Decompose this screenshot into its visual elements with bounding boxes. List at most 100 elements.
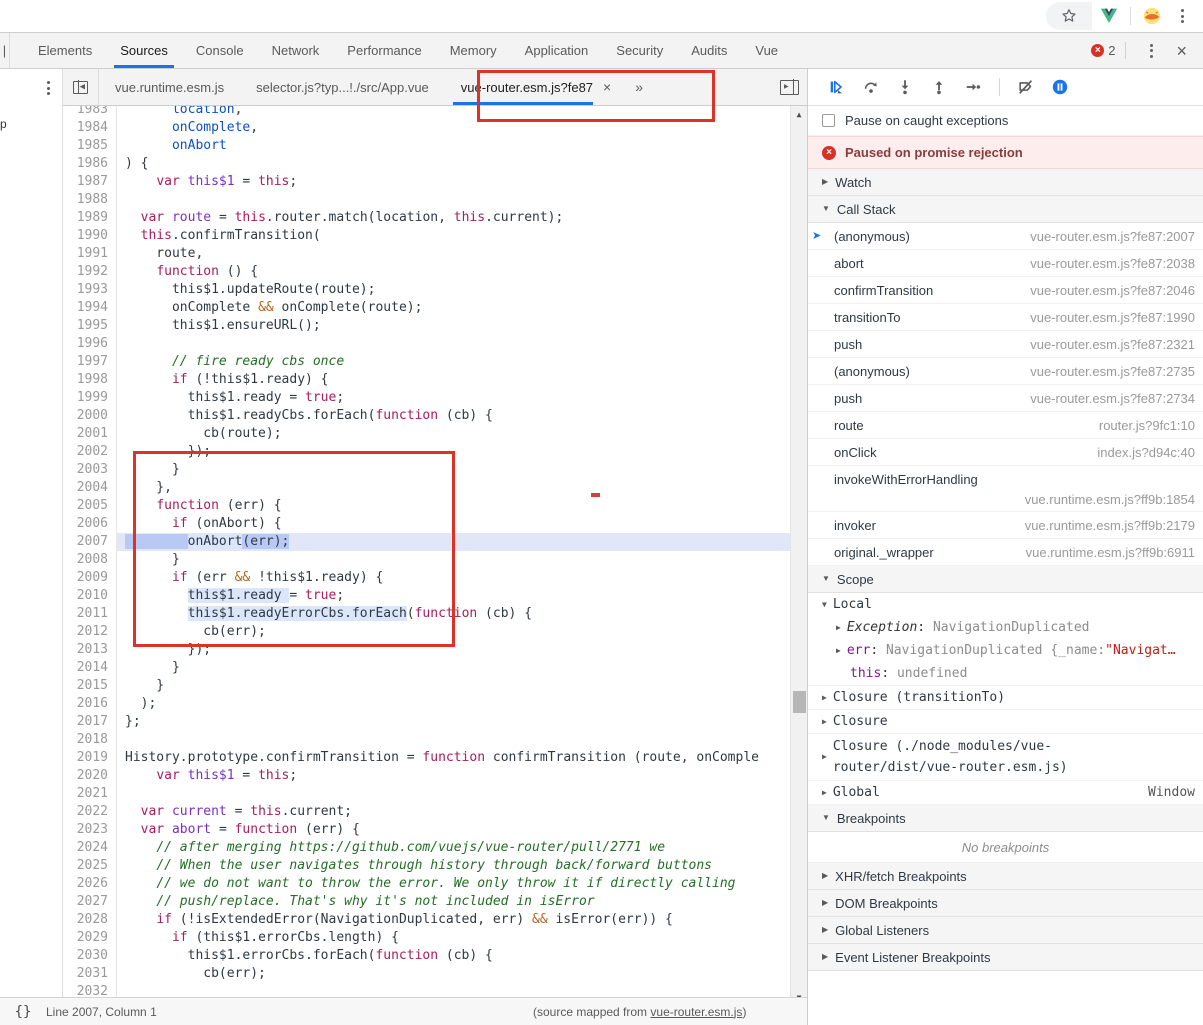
line-number[interactable]: 2011 [63,605,117,623]
code-line[interactable]: 2013 }); [63,641,790,659]
toggle-navigator-icon[interactable] [63,69,99,105]
code-line[interactable]: 2017}; [63,713,790,731]
code-line[interactable]: 2012 cb(err); [63,623,790,641]
scope-err-row[interactable]: ▶ err: NavigationDuplicated {_name: "Nav… [808,639,1203,662]
code-line[interactable]: 2002 }); [63,443,790,461]
code-text[interactable]: this$1.updateRoute(route); [117,281,376,299]
line-number[interactable]: 2001 [63,425,117,443]
code-line[interactable]: 1997 // fire ready cbs once [63,353,790,371]
code-line[interactable]: 2005 function (err) { [63,497,790,515]
call-stack-row[interactable]: (anonymous) vue-router.esm.js?fe87:2735 [808,358,1203,385]
line-number[interactable]: 2023 [63,821,117,839]
code-text[interactable] [117,785,125,803]
code-text[interactable] [117,335,125,353]
code-line[interactable]: 2008 } [63,551,790,569]
code-text[interactable]: // fire ready cbs once [117,353,344,371]
call-stack-location[interactable]: vue-router.esm.js?fe87:2735 [1030,364,1195,379]
line-number[interactable]: 2003 [63,461,117,479]
scope-closure-module[interactable]: ▶ Closure (./node_modules/vue-router/dis… [808,734,1203,781]
line-number[interactable]: 2000 [63,407,117,425]
line-number[interactable]: 1993 [63,281,117,299]
code-text[interactable]: if (this$1.errorCbs.length) { [117,929,399,947]
code-line[interactable]: 1990 this.confirmTransition( [63,227,790,245]
scrollbar-thumb[interactable] [793,691,806,713]
code-text[interactable]: this$1.ensureURL(); [117,317,321,335]
code-text[interactable]: }); [117,443,211,461]
code-text[interactable]: location, [117,106,242,119]
code-line[interactable]: 2022 var current = this.current; [63,803,790,821]
call-stack-location[interactable]: index.js?d94c:40 [1097,445,1195,460]
code-text[interactable]: function () { [117,263,258,281]
code-text[interactable]: var current = this.current; [117,803,352,821]
editor-vertical-scrollbar[interactable]: ▲ ▼ [790,106,807,1006]
call-stack-location[interactable]: vue-router.esm.js?fe87:1990 [1030,310,1195,325]
code-line[interactable]: 2029 if (this$1.errorCbs.length) { [63,929,790,947]
line-number[interactable]: 2026 [63,875,117,893]
file-tab-close-icon[interactable]: × [603,79,611,95]
code-line[interactable]: 2006 if (onAbort) { [63,515,790,533]
code-line[interactable]: 2015 } [63,677,790,695]
code-text[interactable]: this$1.ready = true; [117,389,345,407]
code-text[interactable]: // after merging https://github.com/vuej… [117,839,665,857]
scope-this-row[interactable]: this: undefined [808,662,1203,686]
line-number[interactable]: 1992 [63,263,117,281]
call-stack-row[interactable]: onClick index.js?d94c:40 [808,439,1203,466]
call-stack-row[interactable]: transitionTo vue-router.esm.js?fe87:1990 [808,304,1203,331]
code-line[interactable]: 2028 if (!isExtendedError(NavigationDupl… [63,911,790,929]
tab-security[interactable]: Security [602,33,677,68]
scope-exception-row[interactable]: ▶ Exception: NavigationDuplicated [808,616,1203,639]
code-line[interactable]: 2026 // we do not want to throw the erro… [63,875,790,893]
call-stack-location[interactable]: vue.runtime.esm.js?ff9b:2179 [1025,518,1195,533]
code-text[interactable]: onAbort(err); [117,533,290,551]
line-number[interactable]: 1995 [63,317,117,335]
call-stack-row[interactable]: route router.js?9fc1:10 [808,412,1203,439]
code-line[interactable]: 1998 if (!this$1.ready) { [63,371,790,389]
section-dom-breakpoints[interactable]: ▶ DOM Breakpoints [808,890,1203,917]
code-line[interactable]: 2031 cb(err); [63,965,790,983]
line-number[interactable]: 2005 [63,497,117,515]
code-text[interactable]: if (err && !this$1.ready) { [117,569,383,587]
call-stack-row[interactable]: original._wrapper vue.runtime.esm.js?ff9b… [808,539,1203,566]
error-count-badge[interactable]: × 2 [1091,43,1115,58]
line-number[interactable]: 1997 [63,353,117,371]
code-text[interactable]: var abort = function (err) { [117,821,360,839]
code-editor[interactable]: 1983 location, 1984 onComplete, 1985 onAbo… [63,106,807,1025]
code-text[interactable]: }, [117,479,172,497]
code-text[interactable]: if (!this$1.ready) { [117,371,329,389]
line-number[interactable]: 1994 [63,299,117,317]
line-number[interactable]: 2031 [63,965,117,983]
section-breakpoints[interactable]: ▼ Breakpoints [808,805,1203,832]
extension-icon[interactable] [1137,2,1167,30]
call-stack-location[interactable]: vue-router.esm.js?fe87:2007 [1030,229,1195,244]
code-text[interactable]: cb(route); [117,425,281,443]
code-text[interactable]: if (!isExtendedError(NavigationDuplicate… [117,911,673,929]
pause-on-caught-checkbox[interactable] [822,114,835,127]
code-line[interactable]: 1986) { [63,155,790,173]
code-text[interactable]: ) { [117,155,148,173]
line-number[interactable]: 2014 [63,659,117,677]
file-tab-vue-router[interactable]: vue-router.esm.js?fe87 × [444,69,628,105]
devtools-more-icon[interactable] [1136,37,1166,65]
line-number[interactable]: 2017 [63,713,117,731]
code-line[interactable]: 1999 this$1.ready = true; [63,389,790,407]
tab-vue[interactable]: Vue [741,33,792,68]
scope-global[interactable]: ▶ Global Window [808,781,1203,805]
code-text[interactable]: this$1.readyCbs.forEach(function (cb) { [117,407,493,425]
scope-closure-transitionto[interactable]: ▶ Closure (transitionTo) [808,686,1203,710]
line-number[interactable]: 2018 [63,731,117,749]
section-xhr-breakpoints[interactable]: ▶ XHR/fetch Breakpoints [808,863,1203,890]
line-number[interactable]: 2013 [63,641,117,659]
section-global-listeners[interactable]: ▶ Global Listeners [808,917,1203,944]
call-stack-location[interactable]: router.js?9fc1:10 [1099,418,1195,433]
code-text[interactable]: var this$1 = this; [117,767,297,785]
code-text[interactable]: function (err) { [117,497,281,515]
call-stack-row[interactable]: push vue-router.esm.js?fe87:2321 [808,331,1203,358]
line-number[interactable]: 1990 [63,227,117,245]
code-line[interactable]: 1985 onAbort [63,137,790,155]
code-line[interactable]: 2021 [63,785,790,803]
code-line[interactable]: 2011 this$1.readyErrorCbs.forEach(functi… [63,605,790,623]
code-text[interactable]: cb(err); [117,965,266,983]
call-stack-row[interactable]: ➤ (anonymous) vue-router.esm.js?fe87:2007 [808,223,1203,250]
call-stack-row[interactable]: abort vue-router.esm.js?fe87:2038 [808,250,1203,277]
pretty-print-icon[interactable]: {} [0,1004,46,1020]
